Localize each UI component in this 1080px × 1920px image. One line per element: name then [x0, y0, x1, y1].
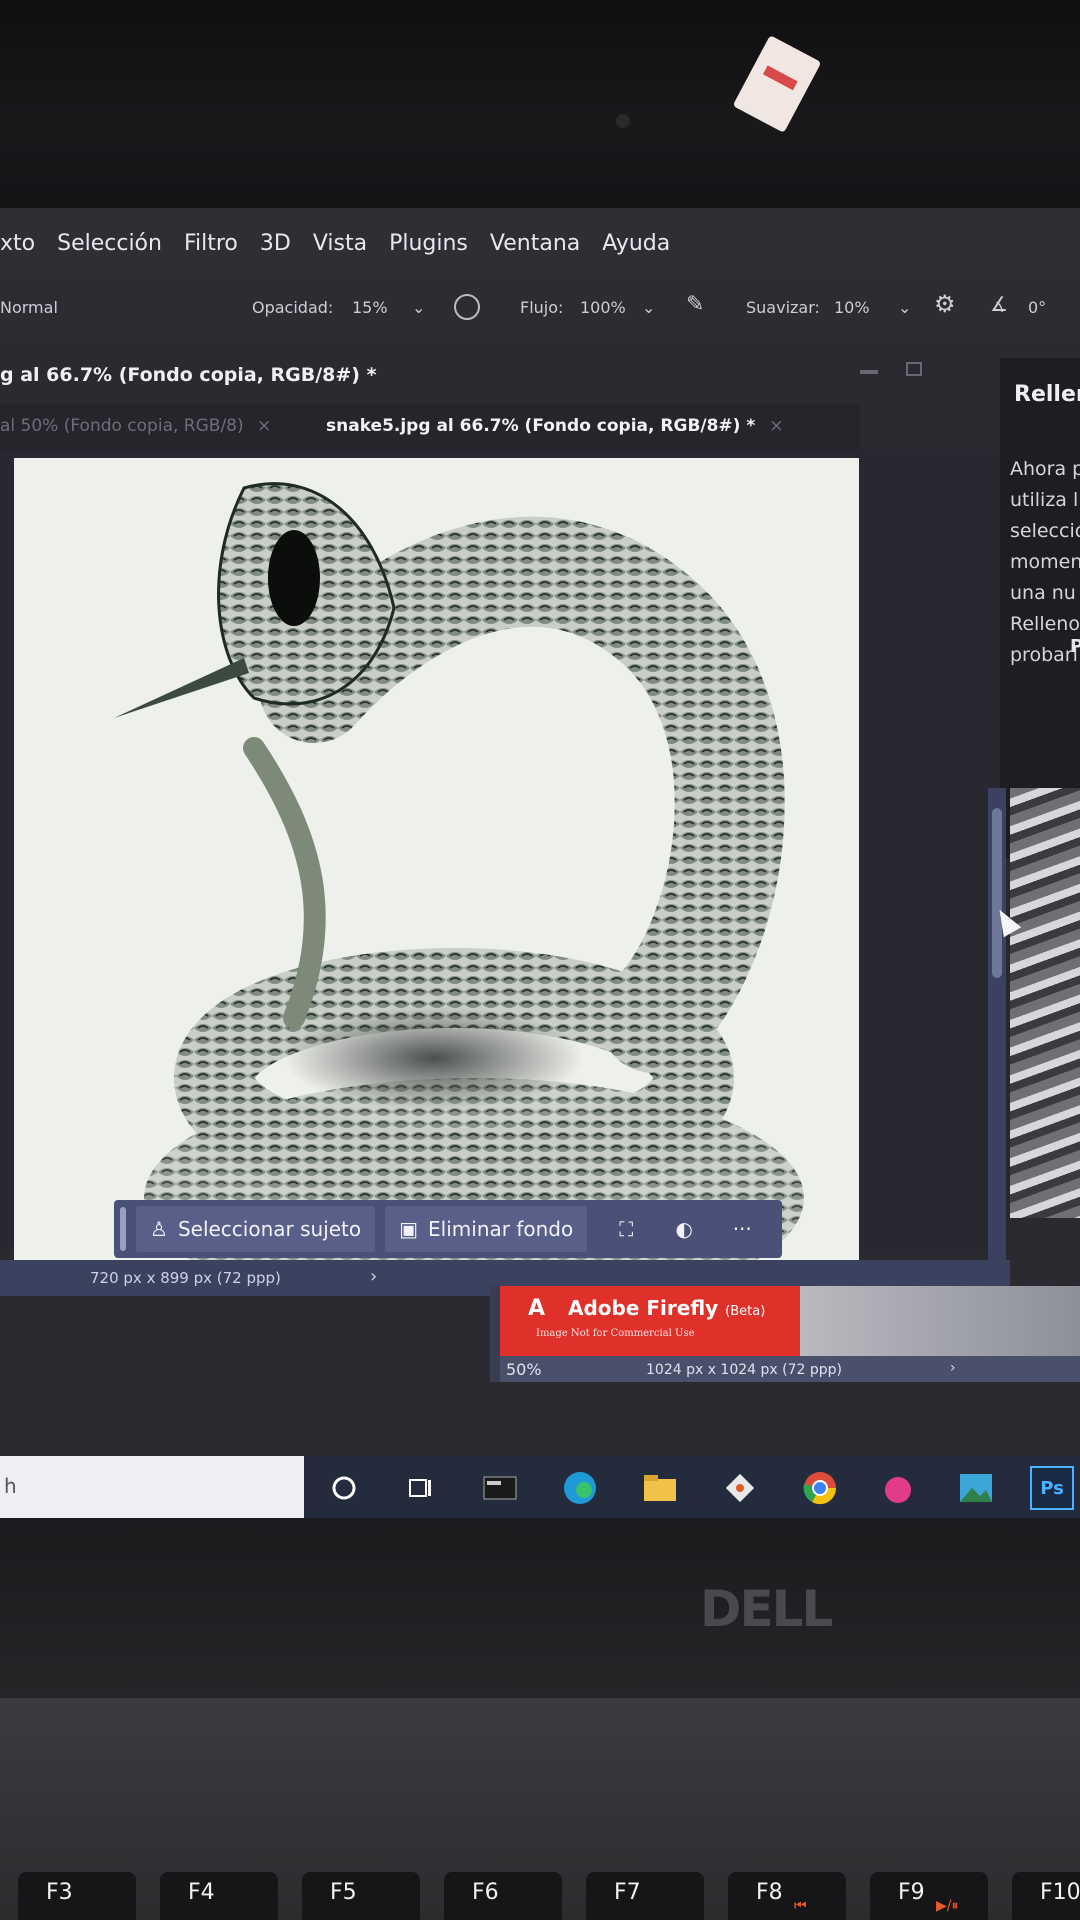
key-f10[interactable]: F10: [1012, 1872, 1080, 1920]
menu-3d[interactable]: 3D: [260, 231, 291, 256]
panel-scrollbar[interactable]: [988, 788, 1006, 1268]
menu-vista[interactable]: Vista: [313, 231, 367, 256]
firefly-name: Adobe Firefly (Beta): [568, 1296, 766, 1320]
remove-background-label: Eliminar fondo: [428, 1217, 574, 1241]
tab-active[interactable]: snake5.jpg al 66.7% (Fondo copia, RGB/8#…: [326, 416, 783, 436]
file-explorer-icon[interactable]: [640, 1468, 680, 1508]
tab-label: snake5.jpg al 66.7% (Fondo copia, RGB/8#…: [326, 416, 756, 436]
gear-icon[interactable]: ⚙: [934, 290, 956, 318]
laptop-bottom-bezel: [0, 1518, 1080, 1698]
snake-image: [114, 482, 804, 1268]
panel-line: una nu: [1010, 582, 1076, 604]
key-f6[interactable]: F6: [444, 1872, 562, 1920]
chrome-icon[interactable]: [800, 1468, 840, 1508]
taskbar: h Ps: [0, 1456, 1080, 1518]
zoom-level[interactable]: 50%: [506, 1360, 542, 1379]
task-view-icon[interactable]: [400, 1468, 440, 1508]
select-subject-label: Seleccionar sujeto: [177, 1217, 362, 1241]
scrollbar-thumb[interactable]: [992, 808, 1002, 978]
key-f9[interactable]: F9 ▶/⏸: [870, 1872, 988, 1920]
chevron-down-icon[interactable]: ⌄: [642, 298, 655, 317]
app-icon[interactable]: [878, 1468, 918, 1508]
person-icon: ♙: [150, 1217, 168, 1241]
panel-line: momen: [1010, 551, 1080, 573]
transform-icon[interactable]: ⛶: [609, 1212, 643, 1246]
close-icon[interactable]: ×: [257, 416, 271, 436]
menu-bar: xto Selección Filtro 3D Vista Plugins Ve…: [0, 208, 1080, 278]
photos-icon[interactable]: [956, 1468, 996, 1508]
search-input[interactable]: h: [0, 1456, 304, 1518]
minimize-icon[interactable]: [860, 370, 878, 374]
firefly-status-bar: 50% 1024 px x 1024 px (72 ppp) ›: [500, 1356, 1080, 1382]
pressure-opacity-icon[interactable]: [454, 294, 480, 320]
menu-ventana[interactable]: Ventana: [490, 231, 580, 256]
smoothing-value[interactable]: 10%: [834, 298, 870, 317]
key-f8[interactable]: F8 ⏮: [728, 1872, 846, 1920]
maximize-icon[interactable]: [906, 362, 922, 376]
firefly-window[interactable]: A Adobe Firefly (Beta) Image Not for Com…: [490, 1286, 1080, 1382]
panel-line: selecció: [1010, 520, 1080, 542]
brand-logo: DELL: [700, 1580, 833, 1638]
chevron-down-icon[interactable]: ⌄: [898, 298, 911, 317]
panel-footer: P: [1070, 636, 1080, 657]
chevron-down-icon[interactable]: ⌄: [412, 298, 425, 317]
panel-line: utiliza l: [1010, 489, 1079, 511]
panel-title: Rellen: [1014, 382, 1080, 407]
blend-mode-select[interactable]: Normal: [0, 298, 58, 317]
airbrush-icon[interactable]: ✎: [686, 292, 704, 317]
flow-value[interactable]: 100%: [580, 298, 626, 317]
angle-value[interactable]: 0°: [1028, 298, 1046, 317]
menu-ayuda[interactable]: Ayuda: [602, 231, 670, 256]
firefly-banner: A Adobe Firefly (Beta) Image Not for Com…: [500, 1286, 1080, 1356]
learn-panel: Rellen Ahora p utiliza l selecció momen …: [1000, 358, 1080, 858]
cortana-icon[interactable]: [324, 1468, 364, 1508]
drag-handle[interactable]: [120, 1207, 126, 1251]
chevron-right-icon[interactable]: ›: [950, 1360, 956, 1376]
more-options-button[interactable]: ···: [725, 1212, 759, 1246]
media-icon[interactable]: [480, 1468, 520, 1508]
menu-seleccion[interactable]: Selección: [57, 231, 162, 256]
function-key-row: F3 F4 F5 F6 F7 F8 ⏮ F9 ▶/⏸ F10: [0, 1872, 1080, 1920]
menu-plugins[interactable]: Plugins: [389, 231, 468, 256]
panel-line: Ahora p: [1010, 458, 1080, 480]
opacity-label: Opacidad:: [252, 298, 334, 317]
adobe-logo-icon: A: [528, 1296, 546, 1321]
key-f5[interactable]: F5: [302, 1872, 420, 1920]
flow-label: Flujo:: [520, 298, 564, 317]
git-icon[interactable]: [720, 1468, 760, 1508]
image-canvas[interactable]: [14, 458, 859, 1268]
remove-background-button[interactable]: ▣ Eliminar fondo: [385, 1206, 588, 1252]
key-f4[interactable]: F4: [160, 1872, 278, 1920]
key-f7[interactable]: F7: [586, 1872, 704, 1920]
menu-texto[interactable]: xto: [0, 231, 35, 256]
close-icon[interactable]: ×: [769, 416, 783, 436]
options-bar: Normal Opacidad: 15% ⌄ Flujo: 100% ⌄ ✎ S…: [0, 278, 1080, 338]
document-tabs: al 50% (Fondo copia, RGB/8) × snake5.jpg…: [0, 404, 860, 450]
smoothing-label: Suavizar:: [746, 298, 820, 317]
photoshop-icon[interactable]: Ps: [1030, 1466, 1074, 1510]
adjustment-icon[interactable]: ◐: [667, 1212, 701, 1246]
angle-icon[interactable]: ∡: [990, 292, 1008, 316]
document-dimensions: 720 px x 899 px (72 ppp): [90, 1269, 281, 1287]
opacity-value[interactable]: 15%: [352, 298, 388, 317]
panel-thumbnail-image: [1010, 788, 1080, 1218]
tab-label: al 50% (Fondo copia, RGB/8): [0, 416, 244, 436]
firefly-dimensions: 1024 px x 1024 px (72 ppp): [646, 1362, 842, 1378]
image-icon: ▣: [399, 1217, 419, 1241]
select-subject-button[interactable]: ♙ Seleccionar sujeto: [136, 1206, 376, 1252]
webcam: [616, 114, 630, 128]
sticker: [732, 35, 822, 133]
edge-icon[interactable]: [560, 1468, 600, 1508]
chevron-right-icon[interactable]: ›: [370, 1266, 377, 1287]
contextual-task-bar: ♙ Seleccionar sujeto ▣ Eliminar fondo ⛶ …: [114, 1200, 782, 1258]
search-text: h: [4, 1474, 17, 1498]
screen: xto Selección Filtro 3D Vista Plugins Ve…: [0, 208, 1080, 1518]
menu-filtro[interactable]: Filtro: [184, 231, 238, 256]
canvas-area: [0, 450, 1010, 1268]
laptop-top-bezel: [0, 0, 1080, 210]
tab-inactive[interactable]: al 50% (Fondo copia, RGB/8) ×: [0, 416, 271, 436]
firefly-subtitle: Image Not for Commercial Use: [536, 1328, 695, 1339]
key-f3[interactable]: F3: [18, 1872, 136, 1920]
document-title: g al 66.7% (Fondo copia, RGB/8#) *: [0, 364, 377, 386]
